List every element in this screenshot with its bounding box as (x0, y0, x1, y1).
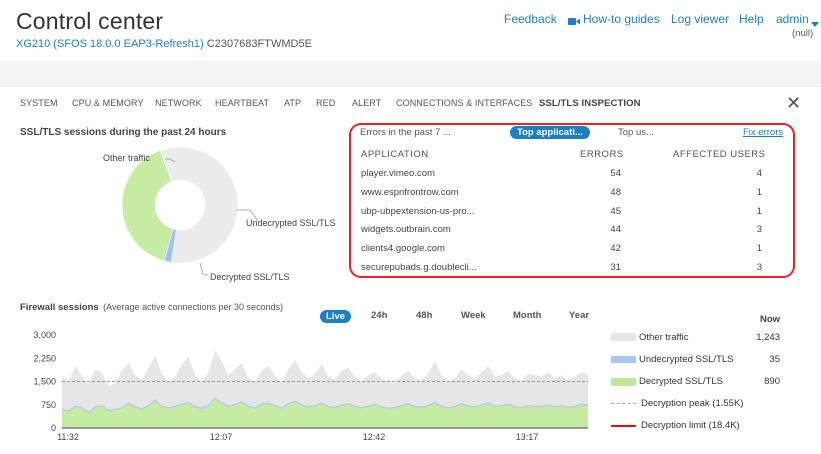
y-tick-label: 1,500 (33, 377, 56, 387)
close-icon[interactable]: ✕ (786, 93, 801, 114)
legend-label: Undecrypted SSL/TLS (639, 354, 734, 365)
row-users: 1 (756, 187, 762, 198)
device-link[interactable]: XG210 (SFOS 18.0.0 EAP3-Refresh1) (16, 38, 204, 50)
device-info: XG210 (SFOS 18.0.0 EAP3-Refresh1) C23076… (16, 38, 312, 50)
legend-value: 35 (769, 354, 780, 365)
swatch-decrypted (611, 378, 636, 386)
tab-atp[interactable]: ATP (284, 98, 301, 108)
admin-sub: (null) (792, 28, 814, 39)
firewall-title-wrap: Firewall sessions (Average active connec… (20, 297, 283, 315)
legend-label: Decryption peak (1.55K) (641, 398, 744, 409)
row-application: www.espnfrontrow.com (361, 187, 459, 198)
legend-label: Decryption limit (18.4K) (641, 420, 740, 431)
x-tick-label: 12:42 (363, 432, 386, 442)
row-errors: 31 (610, 262, 621, 273)
header-divider-band (0, 61, 821, 87)
errors-tab[interactable]: Errors in the past 7 ... (360, 127, 451, 138)
row-application: widgets.outbrain.com (361, 224, 451, 235)
swatch-other (611, 333, 636, 341)
serial-number: C2307683FTWMD5E (206, 38, 312, 50)
legend-label: Decrypted SSL/TLS (639, 376, 723, 387)
page-title: Control center (16, 8, 164, 34)
firewall-title: Firewall sessions (20, 302, 99, 313)
range-24h[interactable]: 24h (371, 310, 387, 321)
now-label: Now (760, 314, 781, 325)
howto-guides-link[interactable]: How-to guides (583, 12, 660, 26)
tab-red[interactable]: RED (316, 98, 335, 108)
other-traffic-label: Other traffic (103, 153, 150, 163)
feedback-link[interactable]: Feedback (504, 12, 557, 26)
tab-alert[interactable]: ALERT (352, 98, 381, 108)
y-tick-label: 3,000 (33, 330, 56, 340)
y-tick-label: 2,250 (33, 353, 56, 363)
swatch-undecrypted (611, 356, 636, 363)
top-users-tab[interactable]: Top us... (618, 127, 654, 138)
row-users: 3 (756, 224, 762, 235)
range-48h[interactable]: 48h (416, 310, 432, 321)
range-month[interactable]: Month (513, 310, 542, 321)
x-tick-label: 13:17 (516, 432, 539, 442)
swatch-peak (611, 403, 636, 404)
legend-label: Other traffic (639, 332, 689, 343)
row-users: 3 (756, 262, 762, 273)
x-tick-label: 12:07 (210, 432, 233, 442)
row-application: securepubads.g.doublecli... (361, 262, 477, 273)
row-errors: 42 (610, 243, 621, 254)
row-users: 1 (756, 206, 762, 217)
help-link[interactable]: Help (739, 12, 764, 26)
undecrypted-label: Undecrypted SSL/TLS (246, 218, 336, 228)
log-viewer-link[interactable]: Log viewer (671, 12, 729, 26)
fix-errors-link[interactable]: Fix errors (743, 127, 783, 138)
row-application: clients4.google.com (361, 243, 445, 254)
col-application: APPLICATION (361, 149, 429, 160)
tab-system[interactable]: SYSTEM (20, 98, 58, 108)
tab-heartbeat[interactable]: HEARTBEAT (215, 98, 269, 108)
legend-value: 1,243 (756, 332, 780, 343)
firewall-chart: 0 750 1,500 2,250 3,000 11:32 12:07 12:42 13:17 (33, 330, 589, 442)
row-errors: 45 (610, 206, 621, 217)
firewall-subtitle: (Average active connections per 30 secon… (103, 302, 284, 312)
row-errors: 44 (610, 224, 621, 235)
legend-value: 890 (764, 376, 780, 387)
range-live[interactable]: Live (320, 310, 352, 323)
row-errors: 48 (610, 187, 621, 198)
errors-highlight-box (349, 123, 795, 278)
row-users: 1 (756, 243, 762, 254)
tab-bar: SYSTEM CPU & MEMORY NETWORK HEARTBEAT AT… (0, 87, 821, 117)
video-camera-icon (568, 13, 580, 25)
range-week[interactable]: Week (461, 310, 486, 321)
y-tick-label: 0 (51, 423, 56, 433)
top-applications-tab[interactable]: Top applicati... (510, 126, 590, 139)
decrypted-leader-line (199, 262, 209, 276)
tab-ssl-tls-inspection[interactable]: SSL/TLS INSPECTION (539, 98, 641, 109)
y-tick-label: 750 (41, 400, 56, 410)
swatch-limit (611, 425, 636, 427)
row-application: ubp-ubpextension-us-pro... (361, 206, 475, 217)
range-year[interactable]: Year (569, 310, 589, 321)
row-application: player.vimeo.com (361, 168, 435, 179)
tab-connections-interfaces[interactable]: CONNECTIONS & INTERFACES (396, 98, 532, 108)
row-users: 4 (756, 168, 762, 179)
tab-network[interactable]: NETWORK (155, 98, 202, 108)
donut-slice-decrypted (121, 150, 174, 262)
tab-cpu-memory[interactable]: CPU & MEMORY (72, 98, 144, 108)
sessions-title: SSL/TLS sessions during the past 24 hour… (20, 127, 227, 138)
admin-menu[interactable]: admin (776, 12, 809, 26)
decrypted-label: Decrypted SSL/TLS (210, 272, 290, 282)
col-errors: ERRORS (580, 149, 624, 160)
row-errors: 54 (610, 168, 621, 179)
x-tick-label: 11:32 (57, 432, 79, 442)
col-affected-users: AFFECTED USERS (673, 149, 766, 160)
